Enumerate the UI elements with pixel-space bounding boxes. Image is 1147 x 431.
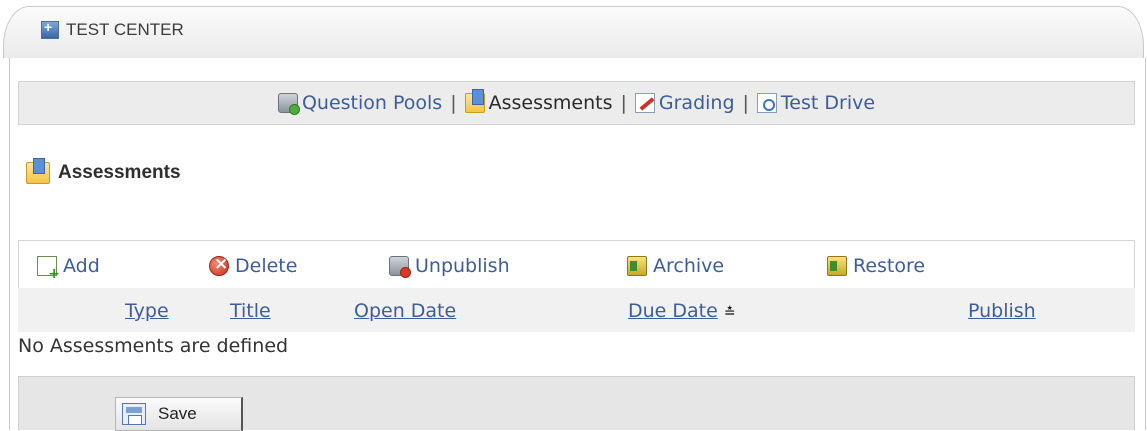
frame-left-border bbox=[9, 58, 10, 430]
unpublish-label[interactable]: Unpublish bbox=[415, 255, 510, 277]
save-button[interactable]: Save bbox=[115, 397, 243, 431]
tool-navigation: Question Pools | Assessments | Grading |… bbox=[18, 81, 1135, 125]
nav-test-drive[interactable]: Test Drive bbox=[756, 92, 875, 114]
grading-icon bbox=[634, 93, 655, 113]
page-title: Assessments bbox=[26, 158, 181, 184]
portlet-title: TEST CENTER bbox=[41, 18, 184, 42]
delete-button[interactable]: Delete bbox=[209, 254, 297, 277]
unpublish-button[interactable]: Unpublish bbox=[389, 255, 510, 278]
column-open-date[interactable]: Open Date bbox=[354, 300, 456, 322]
column-due-date-cell: Due Date ≛ bbox=[628, 300, 736, 322]
nav-test-drive-label[interactable]: Test Drive bbox=[781, 92, 875, 114]
delete-label[interactable]: Delete bbox=[235, 255, 297, 277]
nav-grading-label[interactable]: Grading bbox=[659, 92, 735, 114]
restore-label[interactable]: Restore bbox=[853, 255, 925, 277]
nav-assessments: Assessments bbox=[464, 89, 613, 114]
assessment-toolbar: Add Delete Unpublish Archive Restore bbox=[18, 240, 1135, 288]
nav-separator: | bbox=[620, 92, 627, 114]
assessments-folder-icon bbox=[26, 158, 50, 184]
nav-separator: | bbox=[742, 92, 749, 114]
save-icon bbox=[122, 403, 146, 425]
page-title-text: Assessments bbox=[58, 162, 181, 183]
test-drive-icon bbox=[756, 93, 777, 113]
empty-table-message: No Assessments are defined bbox=[18, 335, 289, 357]
sort-ascending-icon[interactable]: ≛ bbox=[724, 305, 736, 321]
add-icon bbox=[37, 256, 60, 282]
nav-question-pools[interactable]: Question Pools bbox=[277, 92, 442, 115]
maximize-icon[interactable] bbox=[41, 19, 59, 39]
column-publish[interactable]: Publish bbox=[968, 300, 1036, 322]
nav-grading[interactable]: Grading bbox=[634, 92, 735, 114]
nav-assessments-label: Assessments bbox=[488, 92, 613, 114]
nav-separator: | bbox=[450, 92, 457, 114]
nav-question-pools-label[interactable]: Question Pools bbox=[302, 92, 442, 114]
portlet-title-text: TEST CENTER bbox=[66, 20, 184, 39]
save-label[interactable]: Save bbox=[158, 404, 197, 424]
add-button[interactable]: Add bbox=[37, 255, 100, 282]
archive-label[interactable]: Archive bbox=[653, 255, 724, 277]
action-bar: Save bbox=[18, 376, 1135, 431]
assessments-folder-icon bbox=[464, 89, 485, 113]
column-due-date[interactable]: Due Date bbox=[628, 300, 718, 322]
archive-icon bbox=[627, 256, 647, 276]
frame-right-border bbox=[1145, 58, 1146, 430]
add-label[interactable]: Add bbox=[63, 255, 100, 277]
question-pools-icon bbox=[277, 93, 300, 115]
column-type[interactable]: Type bbox=[125, 300, 169, 322]
archive-button[interactable]: Archive bbox=[627, 255, 724, 277]
table-header: Type Title Open Date Due Date ≛ Publish bbox=[18, 288, 1135, 332]
delete-icon bbox=[209, 254, 229, 276]
test-center-portlet: TEST CENTER Question Pools | Assessments… bbox=[0, 0, 1147, 431]
column-title[interactable]: Title bbox=[230, 300, 271, 322]
restore-icon bbox=[827, 256, 847, 276]
unpublish-icon bbox=[389, 256, 411, 278]
restore-button[interactable]: Restore bbox=[827, 255, 925, 277]
